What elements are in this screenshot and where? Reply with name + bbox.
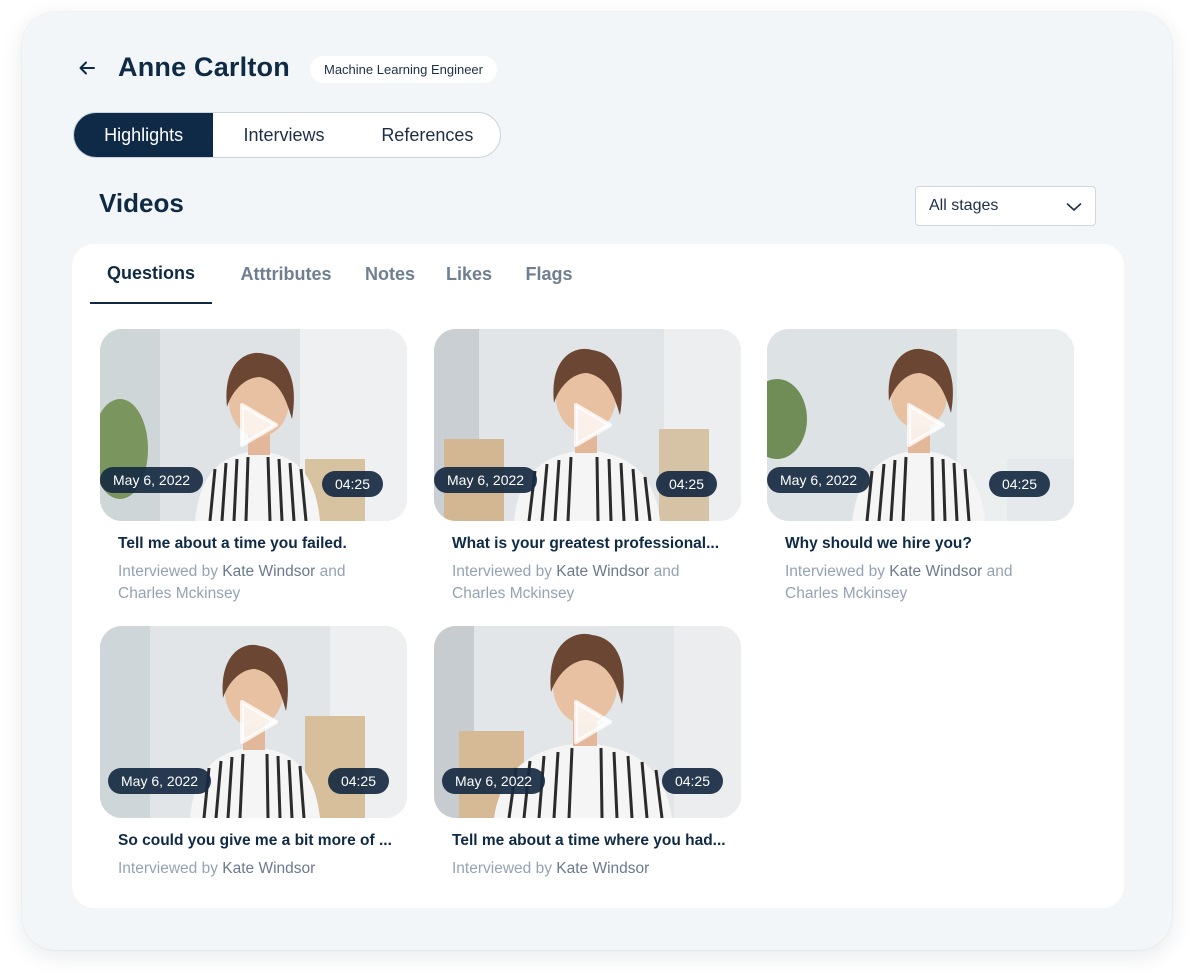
- video-duration-badge: 04:25: [988, 471, 1050, 497]
- video-interviewers: Interviewed by Kate Windsor and Charles …: [434, 561, 741, 605]
- interviewed-by-label: Interviewed by: [452, 563, 552, 580]
- video-duration-badge: 04:25: [321, 471, 383, 497]
- video-thumbnail[interactable]: May 6, 2022 04:25: [100, 329, 407, 521]
- video-title[interactable]: Tell me about a time you failed.: [100, 535, 407, 553]
- video-date-badge: May 6, 2022: [442, 768, 546, 794]
- video-title[interactable]: What is your greatest professional...: [434, 535, 741, 553]
- interviewer-name: Kate Windsor: [556, 860, 650, 877]
- interviewed-by-label: Interviewed by: [452, 860, 552, 877]
- video-thumbnail[interactable]: May 6, 2022 04:25: [100, 626, 407, 818]
- play-icon[interactable]: [572, 699, 614, 745]
- tab-notes[interactable]: Notes: [360, 244, 420, 304]
- interviewer-name: Kate Windsor: [889, 563, 983, 580]
- role-badge: Machine Learning Engineer: [310, 56, 497, 83]
- video-thumbnail[interactable]: May 6, 2022 04:25: [434, 329, 741, 521]
- view-segmented-control: Highlights Interviews References: [73, 112, 501, 158]
- video-duration-badge: 04:25: [661, 768, 723, 794]
- interviewer-name: Kate Windsor: [222, 860, 316, 877]
- play-icon[interactable]: [905, 402, 947, 448]
- play-icon[interactable]: [572, 402, 614, 448]
- app-window: Anne Carlton Machine Learning Engineer H…: [22, 12, 1172, 950]
- stage-filter-select[interactable]: All stages: [915, 186, 1096, 226]
- segment-interviews[interactable]: Interviews: [213, 113, 354, 157]
- video-title[interactable]: Tell me about a time where you had...: [434, 832, 741, 850]
- video-title[interactable]: So could you give me a bit more of ...: [100, 832, 407, 850]
- segment-references[interactable]: References: [355, 113, 500, 157]
- video-item: May 6, 2022 04:25 Tell me about a time y…: [100, 329, 407, 605]
- play-icon[interactable]: [238, 699, 280, 745]
- video-date-badge: May 6, 2022: [100, 467, 204, 493]
- videos-card: Questions Atttributes Notes Likes Flags: [72, 244, 1124, 908]
- tab-attributes[interactable]: Atttributes: [230, 244, 342, 304]
- video-thumbnail[interactable]: May 6, 2022 04:25: [767, 329, 1074, 521]
- interviewed-by-label: Interviewed by: [118, 860, 218, 877]
- section-title: Videos: [99, 188, 184, 218]
- back-arrow-icon[interactable]: [77, 58, 97, 78]
- video-item: May 6, 2022 04:25 Why should we hire you…: [767, 329, 1074, 605]
- interviewer-name: Charles Mckinsey: [452, 585, 575, 602]
- interviewer-name: Kate Windsor: [222, 563, 316, 580]
- video-duration-badge: 04:25: [327, 768, 389, 794]
- video-item: May 6, 2022 04:25 So could you give me a…: [100, 626, 407, 880]
- segment-highlights[interactable]: Highlights: [74, 113, 214, 157]
- play-icon[interactable]: [238, 402, 280, 448]
- joiner-text: and: [986, 563, 1013, 580]
- chevron-down-icon: [1066, 203, 1082, 211]
- video-interviewers: Interviewed by Kate Windsor: [100, 858, 407, 880]
- interviewed-by-label: Interviewed by: [118, 563, 218, 580]
- candidate-name: Anne Carlton: [118, 52, 290, 82]
- video-item: May 6, 2022 04:25 Tell me about a time w…: [434, 626, 741, 880]
- video-date-badge: May 6, 2022: [767, 467, 871, 493]
- video-title[interactable]: Why should we hire you?: [767, 535, 1074, 553]
- joiner-text: and: [319, 563, 346, 580]
- video-interviewers: Interviewed by Kate Windsor: [434, 858, 741, 880]
- interviewer-name: Charles Mckinsey: [118, 585, 241, 602]
- video-date-badge: May 6, 2022: [434, 467, 538, 493]
- stage-filter-value: All stages: [929, 197, 999, 214]
- video-duration-badge: 04:25: [655, 471, 717, 497]
- tab-questions[interactable]: Questions: [90, 244, 212, 304]
- tab-flags[interactable]: Flags: [526, 244, 573, 304]
- video-interviewers: Interviewed by Kate Windsor and Charles …: [100, 561, 407, 605]
- interviewed-by-label: Interviewed by: [785, 563, 885, 580]
- joiner-text: and: [653, 563, 680, 580]
- tab-likes[interactable]: Likes: [446, 244, 492, 304]
- interviewer-name: Charles Mckinsey: [785, 585, 908, 602]
- video-date-badge: May 6, 2022: [108, 768, 212, 794]
- video-item: May 6, 2022 04:25 What is your greatest …: [434, 329, 741, 605]
- video-thumbnail[interactable]: May 6, 2022 04:25: [434, 626, 741, 818]
- video-interviewers: Interviewed by Kate Windsor and Charles …: [767, 561, 1074, 605]
- interviewer-name: Kate Windsor: [556, 563, 650, 580]
